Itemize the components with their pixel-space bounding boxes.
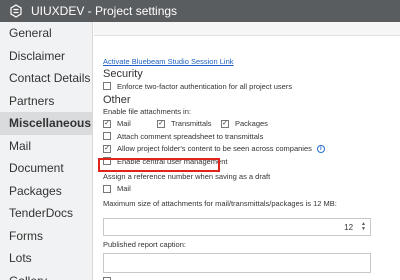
stepper-down-icon[interactable]: ▼ [361, 227, 366, 232]
sidebar-item-document[interactable]: Document [0, 157, 92, 180]
attach-mail-checkbox[interactable] [103, 119, 111, 128]
highlight-box [98, 158, 220, 172]
other-heading: Other [103, 93, 131, 106]
max-size-value: 12 [344, 222, 354, 232]
allow-folder-content-checkbox[interactable] [103, 144, 111, 153]
sidebar-item-packages[interactable]: Packages [0, 180, 92, 203]
reference-number-label: Assign a reference number when saving as… [103, 171, 271, 181]
settings-sidebar: General Disclaimer Contact Details Partn… [0, 22, 93, 280]
attach-spreadsheet-checkbox[interactable] [103, 132, 111, 141]
attachment-options: Mail Transmittals Packages [103, 118, 393, 131]
max-size-input[interactable]: 12 ▲ ▼ [103, 218, 371, 236]
two-factor-checkbox[interactable] [103, 82, 111, 91]
sidebar-item-tenderdocs[interactable]: TenderDocs [0, 202, 92, 225]
app-logo-icon [10, 4, 22, 18]
sidebar-item-lots[interactable]: Lots [0, 247, 92, 270]
allow-folder-content-label: Allow project folder's content to be see… [117, 144, 312, 154]
settings-content: Activate Bluebeam Studio Session Link Se… [103, 56, 393, 210]
security-heading: Security [103, 68, 143, 80]
sidebar-item-partners[interactable]: Partners [0, 90, 92, 113]
allow-folder-content-option[interactable]: Allow project folder's content to be see… [103, 143, 393, 156]
info-icon[interactable]: i [316, 144, 325, 153]
two-factor-label: Enforce two-factor authentication for al… [117, 81, 293, 91]
published-caption-label: Published report caption: [103, 240, 186, 249]
max-size-label: Maximum size of attachments for mail/tra… [103, 199, 337, 208]
reference-mail-label: Mail [117, 184, 131, 194]
attach-mail-label: Mail [117, 119, 131, 129]
sidebar-item-forms[interactable]: Forms [0, 225, 92, 248]
window-title: UIUXDEV - Project settings [31, 4, 178, 18]
reference-mail-checkbox[interactable] [103, 184, 111, 193]
attach-spreadsheet-label: Attach comment spreadsheet to transmitta… [117, 131, 264, 141]
attach-spreadsheet-option[interactable]: Attach comment spreadsheet to transmitta… [103, 130, 393, 143]
sidebar-item-miscellaneous[interactable]: Miscellaneous [0, 112, 92, 135]
sidebar-item-disclaimer[interactable]: Disclaimer [0, 45, 92, 68]
two-factor-option[interactable]: Enforce two-factor authentication for al… [103, 80, 393, 93]
attach-transmittals-option[interactable]: Transmittals [157, 119, 221, 128]
sidebar-item-gallery[interactable]: Gallery [0, 270, 92, 280]
attach-mail-option[interactable]: Mail [103, 119, 157, 128]
sidebar-item-general[interactable]: General [0, 22, 92, 45]
attach-packages-checkbox[interactable] [221, 119, 229, 128]
reference-mail-option[interactable]: Mail [103, 183, 393, 196]
number-stepper[interactable]: ▲ ▼ [361, 222, 366, 232]
published-caption-input[interactable] [103, 253, 371, 273]
title-bar: UIUXDEV - Project settings [0, 0, 400, 22]
attach-packages-label: Packages [235, 119, 268, 129]
sidebar-item-mail[interactable]: Mail [0, 135, 92, 158]
sidebar-item-contact-details[interactable]: Contact Details [0, 67, 92, 90]
attach-transmittals-checkbox[interactable] [157, 119, 165, 128]
panel-header-strip [94, 22, 400, 36]
attach-transmittals-label: Transmittals [171, 119, 212, 129]
file-attachments-label: Enable file attachments in: [103, 106, 191, 116]
bluebeam-session-link[interactable]: Activate Bluebeam Studio Session Link [103, 56, 393, 67]
attach-packages-option[interactable]: Packages [221, 119, 268, 128]
